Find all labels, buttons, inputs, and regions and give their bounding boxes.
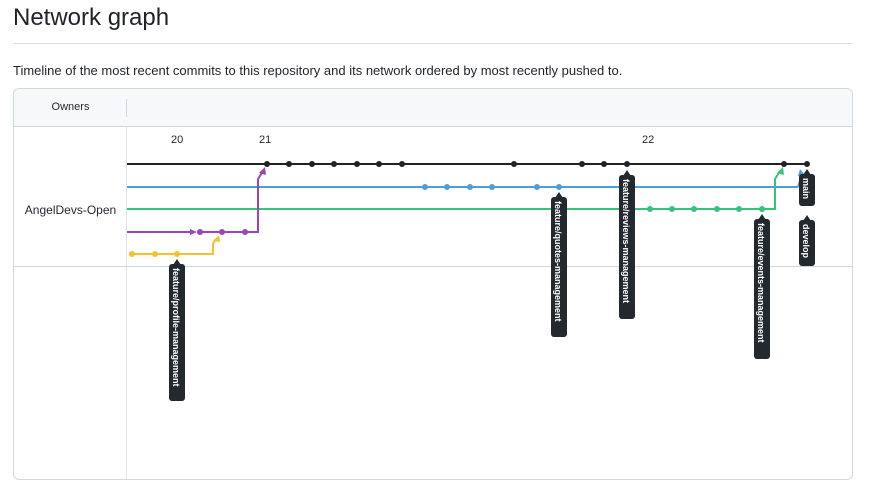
svg-text:develop: develop xyxy=(801,224,811,259)
commit-dot[interactable] xyxy=(286,161,292,167)
commit-dot[interactable] xyxy=(759,206,765,212)
branch-purple-line xyxy=(127,167,266,235)
commit-dot[interactable] xyxy=(624,161,630,167)
svg-text:feature/profile-management: feature/profile-management xyxy=(171,268,181,387)
commit-dot[interactable] xyxy=(467,184,473,190)
commit-dot[interactable] xyxy=(669,206,675,212)
branch-events-line xyxy=(127,167,784,212)
commit-dot[interactable] xyxy=(264,161,270,167)
commit-dot[interactable] xyxy=(422,184,428,190)
commit-dot[interactable] xyxy=(714,206,720,212)
commit-dot[interactable] xyxy=(174,251,180,257)
merge-arrow-icon xyxy=(259,167,266,175)
commit-dot[interactable] xyxy=(129,251,135,257)
branch-develop-line xyxy=(127,169,805,190)
merge-arrow-icon xyxy=(190,229,197,235)
network-graph-panel[interactable]: Owners AngelDevs-Open 20 21 22 main deve… xyxy=(13,88,853,480)
commit-dot[interactable] xyxy=(309,161,315,167)
commit-dot[interactable] xyxy=(376,161,382,167)
commit-dot[interactable] xyxy=(242,229,248,235)
branch-label-events[interactable]: feature/events-management xyxy=(754,214,770,359)
branch-label-quotes[interactable]: feature/quotes-management xyxy=(551,192,567,337)
commit-dot[interactable] xyxy=(399,161,405,167)
timeline-tick: 20 xyxy=(171,134,183,146)
svg-text:feature/events-management: feature/events-management xyxy=(756,223,766,343)
branch-label-main[interactable]: main xyxy=(799,169,815,206)
branch-label-reviews[interactable]: feature/reviews-management xyxy=(619,170,635,319)
commit-dot[interactable] xyxy=(489,184,495,190)
merge-arrow-icon xyxy=(213,235,220,242)
svg-text:feature/quotes-management: feature/quotes-management xyxy=(553,201,563,322)
commit-dot[interactable] xyxy=(781,161,787,167)
branch-main-line xyxy=(127,161,810,167)
commit-dot[interactable] xyxy=(197,229,203,235)
commit-dot[interactable] xyxy=(736,206,742,212)
commit-dot[interactable] xyxy=(354,161,360,167)
branch-label-develop[interactable]: develop xyxy=(799,215,815,266)
page-title: Network graph xyxy=(13,4,170,31)
branch-yellow-line xyxy=(129,235,220,257)
commit-dot[interactable] xyxy=(647,206,653,212)
commit-dot[interactable] xyxy=(579,161,585,167)
commit-dot[interactable] xyxy=(804,161,810,167)
commit-dot[interactable] xyxy=(691,206,697,212)
commit-dot[interactable] xyxy=(556,184,562,190)
commit-dot[interactable] xyxy=(511,161,517,167)
commit-dot[interactable] xyxy=(219,229,225,235)
commit-dot[interactable] xyxy=(331,161,337,167)
commit-dot[interactable] xyxy=(534,184,540,190)
commit-dot[interactable] xyxy=(601,161,607,167)
timeline-tick: 22 xyxy=(642,134,654,146)
title-divider xyxy=(13,43,853,44)
commit-dot[interactable] xyxy=(152,251,158,257)
timeline-tick: 21 xyxy=(259,134,271,146)
svg-text:feature/reviews-management: feature/reviews-management xyxy=(621,179,631,303)
branch-label-profile[interactable]: feature/profile-management xyxy=(169,259,185,401)
commit-dot[interactable] xyxy=(444,184,450,190)
page-description: Timeline of the most recent commits to t… xyxy=(13,63,623,78)
svg-text:main: main xyxy=(801,178,811,199)
commit-graph[interactable]: 20 21 22 main develop feature/quotes-man… xyxy=(14,89,852,479)
